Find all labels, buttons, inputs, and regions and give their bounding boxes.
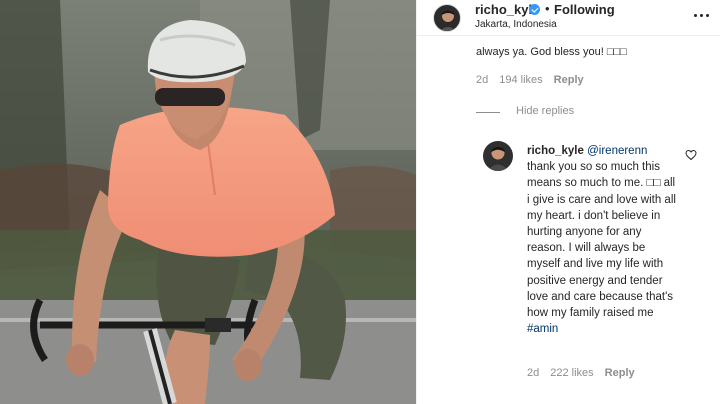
reply-likes[interactable]: 222 likes	[550, 367, 593, 379]
author-avatar[interactable]	[433, 4, 461, 32]
reply-age[interactable]: 2d	[527, 367, 539, 379]
divider-line	[476, 112, 500, 113]
comments-panel: richo_kyle • Following Jakarta, Indonesi…	[416, 0, 720, 404]
separator-dot: •	[545, 1, 550, 16]
cyclist-photo	[0, 0, 416, 404]
comment-likes[interactable]: 194 likes	[499, 74, 542, 86]
reply-comment: richo_kyle @irenerenn thank you so so mu…	[527, 143, 677, 337]
parent-comment-meta: 2d 194 likes Reply	[476, 74, 595, 86]
reply-avatar[interactable]	[483, 141, 513, 171]
reply-reply-button[interactable]: Reply	[605, 367, 635, 379]
reply-hashtag[interactable]: #amin	[527, 323, 558, 335]
post-photo[interactable]	[0, 0, 416, 404]
post-location[interactable]: Jakarta, Indonesia	[475, 19, 557, 30]
reply-mention[interactable]: @irenerenn	[587, 145, 647, 157]
reply-meta: 2d 222 likes Reply	[527, 367, 646, 379]
following-button[interactable]: Following	[554, 2, 615, 17]
reply-username[interactable]: richo_kyle	[527, 145, 584, 157]
comment-age[interactable]: 2d	[476, 74, 488, 86]
heart-outline-icon[interactable]	[685, 149, 697, 161]
more-options-icon[interactable]	[693, 8, 711, 22]
reply-text: thank you so so much this means so much …	[527, 161, 676, 320]
hide-replies-label: Hide replies	[516, 105, 575, 117]
post-header: richo_kyle • Following Jakarta, Indonesi…	[417, 0, 720, 36]
verified-badge-icon	[529, 4, 540, 15]
reply-button[interactable]: Reply	[554, 74, 584, 86]
parent-comment-text: always ya. God bless you! □□□	[476, 46, 627, 58]
